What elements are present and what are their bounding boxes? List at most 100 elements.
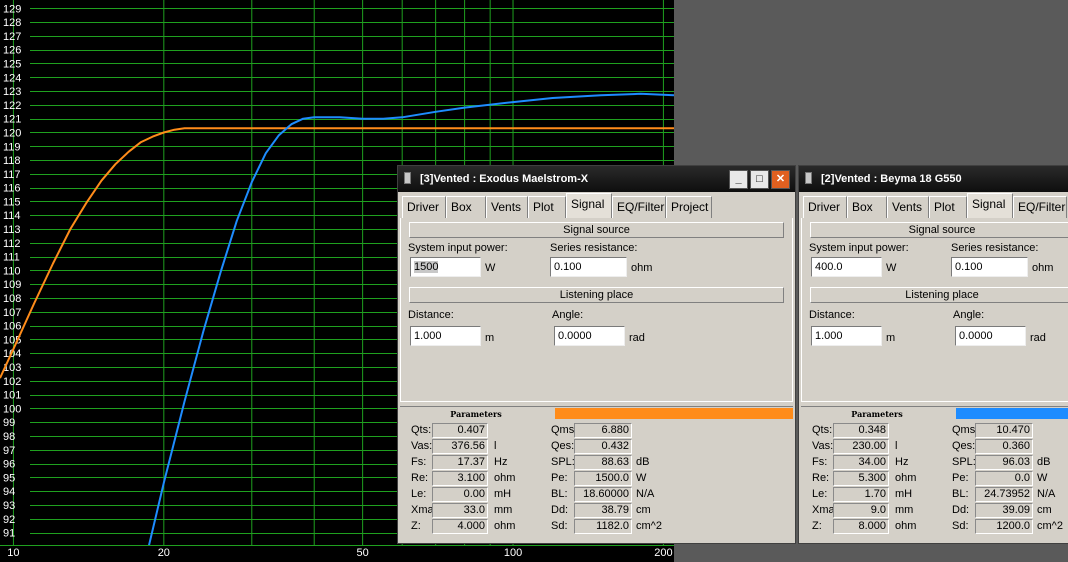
minimize-icon[interactable]: _	[729, 170, 748, 189]
input-power-unit: W	[485, 262, 496, 274]
param-unit: cm	[1037, 504, 1052, 516]
param-unit: mm	[895, 504, 914, 516]
x-tick-label: 20	[158, 547, 170, 559]
param-value: 1182.0	[574, 519, 632, 534]
window-exodus[interactable]: [3]Vented : Exodus Maelstrom-X _ □ ✕ Dri…	[397, 165, 796, 544]
param-unit: cm^2	[636, 520, 662, 532]
series-resistance-field[interactable]: 0.100	[550, 257, 627, 277]
y-tick-label: 102	[3, 376, 21, 388]
tab-vents[interactable]: Vents	[486, 196, 528, 218]
param-label: Re:	[812, 472, 830, 484]
listening-place-heading: Listening place	[810, 287, 1068, 303]
param-label: Dd:	[551, 504, 569, 516]
y-tick-label: 124	[3, 72, 21, 84]
tab-project[interactable]: Project	[666, 196, 712, 218]
tab-strip: Driver Box Vents Plot Signal EQ/Filter	[801, 193, 1068, 218]
tab-signal[interactable]: Signal	[967, 193, 1013, 218]
y-tick-label: 115	[3, 196, 21, 208]
tab-box[interactable]: Box	[847, 196, 887, 218]
window-app-icon	[805, 172, 812, 184]
param-unit: ohm	[494, 472, 516, 484]
param-unit: N/A	[1037, 488, 1056, 500]
tab-signal[interactable]: Signal	[566, 193, 612, 218]
param-value: 18.60000	[574, 487, 632, 502]
tab-vents[interactable]: Vents	[887, 196, 929, 218]
parameters-heading: Parameters	[450, 409, 502, 419]
param-value: 1200.0	[975, 519, 1033, 534]
param-value: 0.0	[975, 471, 1033, 486]
tab-driver[interactable]: Driver	[402, 196, 446, 218]
distance-field[interactable]: 1.000	[811, 326, 882, 346]
y-tick-label: 123	[3, 86, 21, 98]
tab-driver[interactable]: Driver	[803, 196, 847, 218]
y-tick-label: 127	[3, 31, 21, 43]
angle-label: Angle:	[953, 309, 985, 321]
curve-color-swatch	[956, 408, 1068, 419]
input-power-field[interactable]: 1500	[410, 257, 481, 277]
y-tick-label: 106	[3, 321, 21, 333]
signal-panel: Signal source System input power: 1500 W…	[400, 218, 793, 402]
param-value: 8.000	[833, 519, 889, 534]
y-tick-label: 120	[3, 127, 21, 139]
window-title-bar[interactable]: [2]Vented : Beyma 18 G550	[799, 166, 1068, 192]
y-tick-label: 109	[3, 279, 21, 291]
window-beyma[interactable]: [2]Vented : Beyma 18 G550 Driver Box Ven…	[798, 165, 1068, 544]
distance-unit: m	[485, 332, 495, 344]
series-resistance-field[interactable]: 0.100	[951, 257, 1028, 277]
param-unit: mm	[494, 504, 513, 516]
tab-strip: Driver Box Vents Plot Signal EQ/Filter P…	[400, 193, 795, 218]
distance-label: Distance:	[408, 309, 454, 321]
param-unit: W	[636, 472, 647, 484]
close-icon[interactable]: ✕	[771, 170, 790, 189]
series-resistance-unit: ohm	[1032, 262, 1054, 274]
param-unit: N/A	[636, 488, 655, 500]
param-label: Pe:	[551, 472, 568, 484]
param-value: 24.73952	[975, 487, 1033, 502]
param-label: SPL:	[551, 456, 575, 468]
param-label: Le:	[411, 488, 427, 500]
window-title-bar[interactable]: [3]Vented : Exodus Maelstrom-X _ □ ✕	[398, 166, 795, 192]
tab-plot[interactable]: Plot	[929, 196, 967, 218]
tab-plot[interactable]: Plot	[528, 196, 566, 218]
x-tick-label: 100	[504, 547, 522, 559]
param-value: 9.0	[833, 503, 889, 518]
param-unit: ohm	[494, 520, 516, 532]
signal-source-heading: Signal source	[409, 222, 784, 238]
tab-eq-filter[interactable]: EQ/Filter	[1013, 196, 1067, 218]
input-power-field[interactable]: 400.0	[811, 257, 882, 277]
tab-box[interactable]: Box	[446, 196, 486, 218]
y-tick-label: 113	[3, 224, 21, 236]
listening-place-heading: Listening place	[409, 287, 784, 303]
y-tick-label: 125	[3, 58, 21, 70]
param-value: 0.360	[975, 439, 1033, 454]
param-unit: ohm	[895, 520, 917, 532]
y-tick-label: 118	[3, 155, 21, 167]
angle-field[interactable]: 0.0000	[554, 326, 625, 346]
param-value: 17.37	[432, 455, 488, 470]
param-value: 5.300	[833, 471, 889, 486]
param-label: SPL:	[952, 456, 976, 468]
y-tick-label: 114	[3, 210, 21, 222]
tab-eq-filter[interactable]: EQ/Filter	[612, 196, 666, 218]
maximize-icon[interactable]: □	[750, 170, 769, 189]
x-tick-label: 50	[357, 547, 369, 559]
param-value: 3.100	[432, 471, 488, 486]
param-value: 4.000	[432, 519, 488, 534]
y-tick-label: 116	[3, 183, 21, 195]
param-value: 0.348	[833, 423, 889, 438]
y-tick-label: 126	[3, 45, 21, 57]
param-label: Qts:	[411, 424, 432, 436]
input-power-label: System input power:	[809, 242, 909, 254]
distance-unit: m	[886, 332, 896, 344]
x-tick-label: 10	[7, 547, 19, 559]
param-value: 1500.0	[574, 471, 632, 486]
y-tick-label: 117	[3, 169, 21, 181]
param-unit: Hz	[494, 456, 508, 468]
angle-field[interactable]: 0.0000	[955, 326, 1026, 346]
param-label: BL:	[551, 488, 568, 500]
distance-field[interactable]: 1.000	[410, 326, 481, 346]
param-label: Sd:	[551, 520, 568, 532]
param-label: Vas:	[411, 440, 433, 452]
y-tick-label: 122	[3, 100, 21, 112]
param-value: 33.0	[432, 503, 488, 518]
